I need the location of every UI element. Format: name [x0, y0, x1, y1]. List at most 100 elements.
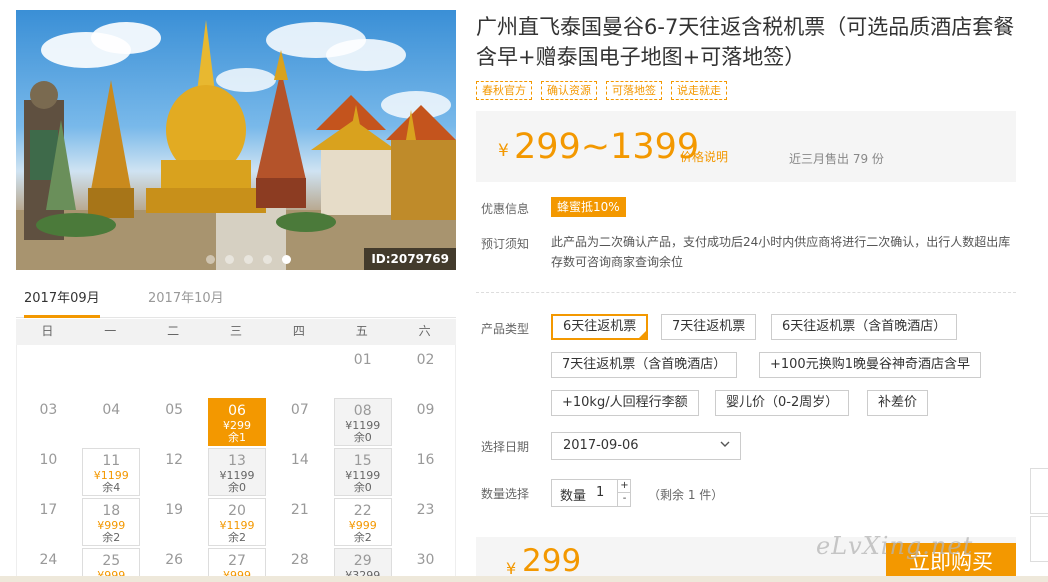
calendar-day-number: 19 — [165, 502, 184, 518]
option-6day-flight[interactable]: 6天往返机票 — [551, 314, 649, 340]
weekday-label: 四 — [292, 324, 305, 338]
carousel-dot[interactable] — [244, 255, 253, 264]
calendar-day-number: 11 — [102, 453, 121, 469]
booking-notice-label: 预订须知 — [481, 237, 530, 251]
calendar-day-stock: 余2 — [102, 531, 121, 544]
calendar-day-number: 17 — [39, 502, 58, 518]
price-explanation-link[interactable]: 价格说明 — [680, 148, 728, 165]
product-title: 广州直飞泰国曼谷6-7天往返含税机票（可选品质酒店套餐含早+赠泰国电子地图+可落… — [476, 15, 1015, 69]
quantity-field-label: 数量 — [560, 489, 587, 504]
option-price-difference[interactable]: 补差价 — [867, 390, 929, 416]
carousel-dot[interactable] — [263, 255, 272, 264]
watermark-text: eLvXing.net — [816, 532, 974, 560]
calendar-day-13[interactable]: 13 ¥1199 余0 — [208, 448, 266, 496]
calendar-day-19: 19 — [145, 498, 203, 546]
product-tags: 春秋官方 确认资源 可落地签 说走就走 — [476, 81, 727, 100]
calendar-day-20[interactable]: 20 ¥1199 余2 — [208, 498, 266, 546]
calendar-day-number: 13 — [228, 453, 246, 469]
calendar-day-number: 20 — [228, 503, 246, 519]
calendar-day-number: 26 — [165, 552, 184, 568]
quantity-value[interactable]: 1 — [596, 485, 604, 500]
calendar-day-11[interactable]: 11 ¥1199 余4 — [82, 448, 141, 496]
buy-total-price: 299 — [522, 543, 582, 579]
carousel-dot[interactable] — [225, 255, 234, 264]
calendar-day-14: 14 — [271, 448, 329, 496]
calendar-day-number: 07 — [290, 402, 309, 418]
carousel-dot-active[interactable] — [282, 255, 291, 264]
product-type-label: 产品类型 — [481, 322, 530, 336]
option-hotel-upgrade[interactable]: +100元换购1晚曼谷神奇酒店含早 — [759, 352, 981, 378]
carousel-dots — [206, 255, 291, 264]
promo-badge: 蜂蜜抵10% — [551, 197, 626, 217]
option-6day-flight-hotel[interactable]: 6天往返机票（含首晚酒店） — [771, 314, 958, 340]
date-select[interactable]: 2017-09-06 — [551, 432, 741, 460]
option-extra-luggage[interactable]: +10kg/人回程行李额 — [551, 390, 699, 416]
calendar-day-stock: 余0 — [228, 481, 246, 494]
calendar-day-08[interactable]: 08 ¥1199 余0 — [333, 398, 392, 446]
tag-badge: 春秋官方 — [476, 81, 532, 100]
calendar-day-number: 15 — [353, 453, 372, 469]
calendar-day-number: 04 — [102, 402, 121, 418]
weekday-header: 日 一 二 三 四 五 六 — [16, 319, 456, 345]
calendar-day-number: 01 — [353, 352, 372, 368]
calendar-day-06[interactable]: 06 ¥299 余1 — [208, 398, 266, 446]
calendar-day-18[interactable]: 18 ¥999 余2 — [82, 498, 141, 546]
calendar-day-05: 05 — [145, 398, 203, 446]
tab-month-september[interactable]: 2017年09月 — [24, 284, 100, 318]
calendar-day-number: 05 — [165, 402, 184, 418]
calendar-day-15[interactable]: 15 ¥1199 余0 — [333, 448, 392, 496]
tag-badge: 确认资源 — [541, 81, 597, 100]
calendar-day-22[interactable]: 22 ¥999 余2 — [333, 498, 392, 546]
calendar-day-number: 18 — [102, 503, 121, 519]
calendar-day-number: 24 — [39, 552, 58, 568]
currency-symbol: ¥ — [498, 141, 509, 161]
calendar-day-23: 23 — [397, 498, 455, 546]
section-divider — [476, 292, 1016, 293]
sales-count: 近三月售出 79 份 — [789, 152, 884, 166]
calendar-day-number: 09 — [416, 402, 435, 418]
calendar-day-number: 30 — [416, 552, 435, 568]
calendar-day-number: 12 — [165, 452, 184, 468]
chevron-down-icon — [720, 441, 730, 447]
calendar-day-number: 03 — [39, 402, 58, 418]
option-7day-flight[interactable]: 7天往返机票 — [661, 314, 757, 340]
calendar-day-10: 10 — [19, 448, 77, 496]
tag-badge: 可落地签 — [606, 81, 662, 100]
product-hero-image[interactable]: ID:2079769 — [16, 10, 456, 270]
calendar-day-stock: 余0 — [353, 481, 372, 494]
calendar-day-17: 17 — [19, 498, 77, 546]
calendar-day-number: 02 — [416, 352, 435, 368]
quantity-label: 数量选择 — [481, 487, 530, 501]
date-select-value: 2017-09-06 — [563, 438, 639, 453]
quantity-stepper: 数量 1 + - — [551, 479, 631, 507]
calendar-day-21: 21 — [271, 498, 329, 546]
temple-illustration — [16, 20, 456, 270]
favorite-icon[interactable] — [1030, 516, 1048, 562]
option-7day-flight-hotel[interactable]: 7天往返机票（含首晚酒店） — [551, 352, 738, 378]
carousel-dot[interactable] — [206, 255, 215, 264]
share-icon[interactable] — [1030, 468, 1048, 514]
calendar-day-number: 08 — [353, 403, 372, 419]
calendar-day-number: 22 — [353, 503, 372, 519]
calendar-day-number: 06 — [228, 403, 246, 419]
calendar-day-12: 12 — [145, 448, 203, 496]
calendar-day-stock: 余1 — [228, 431, 246, 444]
calendar-day-09: 09 — [397, 398, 455, 446]
calendar-day-number: 10 — [39, 452, 58, 468]
date-label: 选择日期 — [481, 440, 530, 454]
calendar-day-stock: 余4 — [102, 481, 121, 494]
quantity-decrement-button[interactable]: - — [617, 493, 631, 506]
calendar-grid: 01 02 03 04 05 06 ¥299 余1 07 08 ¥1199 余0 09 10 11 ¥1199… — [16, 345, 456, 582]
calendar-day-01: 01 — [334, 348, 392, 396]
quantity-increment-button[interactable]: + — [617, 480, 631, 493]
option-infant-price[interactable]: 婴儿价（0-2周岁） — [715, 390, 850, 416]
promo-label: 优惠信息 — [481, 202, 530, 216]
month-tabs: 2017年09月 2017年10月 — [16, 284, 456, 318]
price-range: 299~1399 — [514, 127, 700, 167]
calendar-day-16: 16 — [397, 448, 455, 496]
calendar-day-03: 03 — [19, 398, 77, 446]
weekday-label: 二 — [167, 324, 180, 338]
calendar-day-number: 16 — [416, 452, 435, 468]
price-panel: ¥ 299~1399 价格说明 近三月售出 79 份 — [476, 111, 1016, 182]
tab-month-october[interactable]: 2017年10月 — [148, 284, 224, 318]
